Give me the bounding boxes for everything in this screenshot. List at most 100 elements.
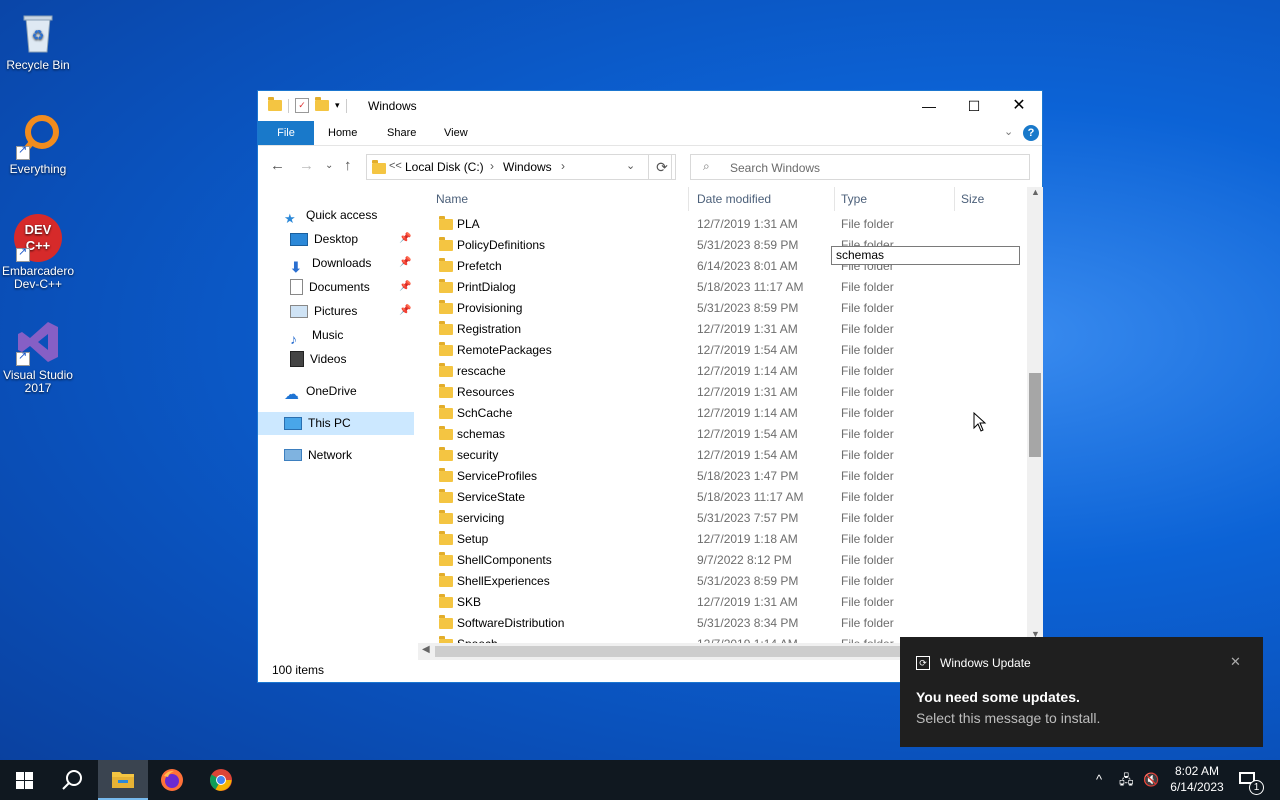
network-status-icon[interactable]: 🖧 [1119,760,1134,800]
scroll-left-icon[interactable]: ◀ [422,644,430,655]
desktop-icon-recycle-bin[interactable]: ♻ Recycle Bin [0,8,76,72]
nav-downloads[interactable]: ⬇ Downloads [290,252,371,275]
toast-close-icon[interactable]: ✕ [1230,654,1241,670]
file-row[interactable]: schemas 12/7/2019 1:54 AM File folder [418,424,1018,445]
file-row[interactable]: servicing 5/31/2023 7:57 PM File folder [418,508,1018,529]
action-center-button[interactable]: 1 [1238,760,1264,800]
file-date-modified: 12/7/2019 1:31 AM [697,385,798,399]
column-divider[interactable] [834,187,835,211]
desktop-icon [290,232,308,246]
folder-icon [439,573,453,587]
search-button[interactable] [48,760,96,800]
file-row[interactable]: Registration 12/7/2019 1:31 AM File folder [418,319,1018,340]
column-divider[interactable] [954,187,955,211]
file-row[interactable]: PLA 12/7/2019 1:31 AM File folder [418,214,1018,235]
file-row[interactable]: SKB 12/7/2019 1:31 AM File folder [418,592,1018,613]
file-row[interactable]: Provisioning 5/31/2023 8:59 PM File folder [418,298,1018,319]
folder-icon [439,489,453,503]
file-name: Speech [457,634,498,643]
customize-toolbar-chevron-icon[interactable]: ▾ [335,100,340,111]
nav-label: Quick access [306,208,378,222]
tab-share[interactable]: Share [377,121,426,145]
file-name: Registration [457,322,522,336]
file-row[interactable]: ShellExperiences 5/31/2023 8:59 PM File fo… [418,571,1018,592]
breadcrumb-windows[interactable]: Windows [503,160,552,174]
file-row[interactable]: Resources 12/7/2019 1:31 AM File folder [418,382,1018,403]
refresh-button[interactable]: ⟳ [648,154,676,180]
forward-arrow-icon[interactable]: → [299,157,314,174]
properties-icon[interactable]: ✓ [295,98,309,113]
nav-documents[interactable]: Documents [290,276,370,298]
start-button[interactable] [0,760,48,800]
nav-this-pc[interactable]: This PC [284,412,351,434]
file-row[interactable]: RemotePackages 12/7/2019 1:54 AM File fold… [418,340,1018,361]
file-row[interactable]: SchCache 12/7/2019 1:14 AM File folder [418,403,1018,424]
file-row[interactable]: ServiceState 5/18/2023 11:17 AM File folde… [418,487,1018,508]
file-explorer-icon [112,772,134,788]
update-notification-toast[interactable]: ⟳ Windows Update ✕ You need some updates… [900,637,1263,747]
column-divider[interactable] [688,187,689,211]
tab-file[interactable]: File [258,121,314,145]
breadcrumb-local-disk[interactable]: Local Disk (C:) [405,160,484,174]
help-icon[interactable]: ? [1023,125,1039,141]
nav-network[interactable]: Network [284,444,352,466]
notification-count-badge: 1 [1249,780,1264,795]
file-row[interactable]: ServiceProfiles 5/18/2023 1:47 PM File fol… [418,466,1018,487]
desktop-icon-everything[interactable]: Everything [0,112,76,176]
svg-text:DEV: DEV [25,222,52,237]
show-hidden-icons-chevron-icon[interactable]: ^ [1096,760,1102,800]
document-icon [290,279,303,295]
breadcrumb-separator-icon[interactable]: › [490,159,494,173]
file-explorer-window[interactable]: ✓ ▾ Windows — ☐ ✕ File Home Share View ⌄… [257,90,1043,683]
title-bar[interactable]: ✓ ▾ Windows — ☐ ✕ [258,91,1042,121]
desktop-icon-devcpp[interactable]: DEV C++ Embarcadero Dev-C++ [0,214,76,291]
file-row[interactable]: SoftwareDistribution 5/31/2023 8:34 PM Fil… [418,613,1018,634]
nav-quick-access[interactable]: ★ Quick access [284,204,377,226]
taskbar-firefox[interactable] [148,760,196,800]
file-row[interactable]: ShellComponents 9/7/2022 8:12 PM File fold… [418,550,1018,571]
nav-onedrive[interactable]: ☁ OneDrive [284,380,357,403]
column-header-date-modified[interactable]: Date modified [697,187,771,211]
file-type: File folder [841,595,894,609]
file-row[interactable]: security 12/7/2019 1:54 AM File folder [418,445,1018,466]
nav-pictures[interactable]: Pictures [290,300,357,322]
column-header-name[interactable]: Name [436,187,468,211]
horizontal-scroll-thumb[interactable] [435,646,905,657]
address-dropdown-chevron-icon[interactable]: ⌄ [626,159,635,172]
desktop-icon-visual-studio[interactable]: Visual Studio 2017 [0,318,76,395]
taskbar-file-explorer[interactable] [98,760,148,800]
nav-music[interactable]: ♪ Music [290,324,343,347]
tab-view[interactable]: View [434,121,478,145]
file-row[interactable]: PrintDialog 5/18/2023 11:17 AM File folder [418,277,1018,298]
expand-ribbon-chevron-icon[interactable]: ⌄ [1004,125,1013,138]
vertical-scroll-thumb[interactable] [1029,373,1041,457]
back-arrow-icon[interactable]: ← [270,157,285,174]
column-header-size[interactable]: Size [961,187,984,211]
file-name: PolicyDefinitions [457,238,546,252]
file-name: security [457,448,499,462]
vertical-scrollbar[interactable]: ▲ ▼ [1027,187,1043,643]
volume-muted-icon[interactable]: 🔇 [1143,760,1159,800]
file-row[interactable]: rescache 12/7/2019 1:14 AM File folder [418,361,1018,382]
recent-locations-chevron-icon[interactable]: ⌄ [325,160,333,171]
column-header-type[interactable]: Type [841,187,867,211]
new-folder-icon[interactable] [315,97,329,111]
close-button[interactable]: ✕ [996,91,1042,121]
clock[interactable]: 8:02 AM 6/14/2023 [1162,760,1232,800]
taskbar-chrome[interactable] [197,760,245,800]
breadcrumb-separator-icon[interactable]: › [561,159,565,173]
tab-home[interactable]: Home [318,121,367,145]
pin-icon: 📌 [399,233,412,244]
file-date-modified: 12/7/2019 1:14 AM [697,364,798,378]
scroll-up-icon[interactable]: ▲ [1031,187,1040,197]
address-bar[interactable]: << Local Disk (C:) › Windows › ⌄ [366,154,672,180]
up-arrow-icon[interactable]: ↑ [344,157,352,174]
file-row[interactable]: Setup 12/7/2019 1:18 AM File folder [418,529,1018,550]
file-date-modified: 12/7/2019 1:54 AM [697,448,798,462]
minimize-button[interactable]: — [906,91,952,121]
maximize-button[interactable]: ☐ [951,91,997,121]
search-box[interactable]: ⌕ Search Windows [690,154,1030,180]
nav-desktop[interactable]: Desktop [290,228,358,250]
breadcrumb-overflow[interactable]: << [389,160,402,172]
nav-videos[interactable]: Videos [290,348,346,370]
